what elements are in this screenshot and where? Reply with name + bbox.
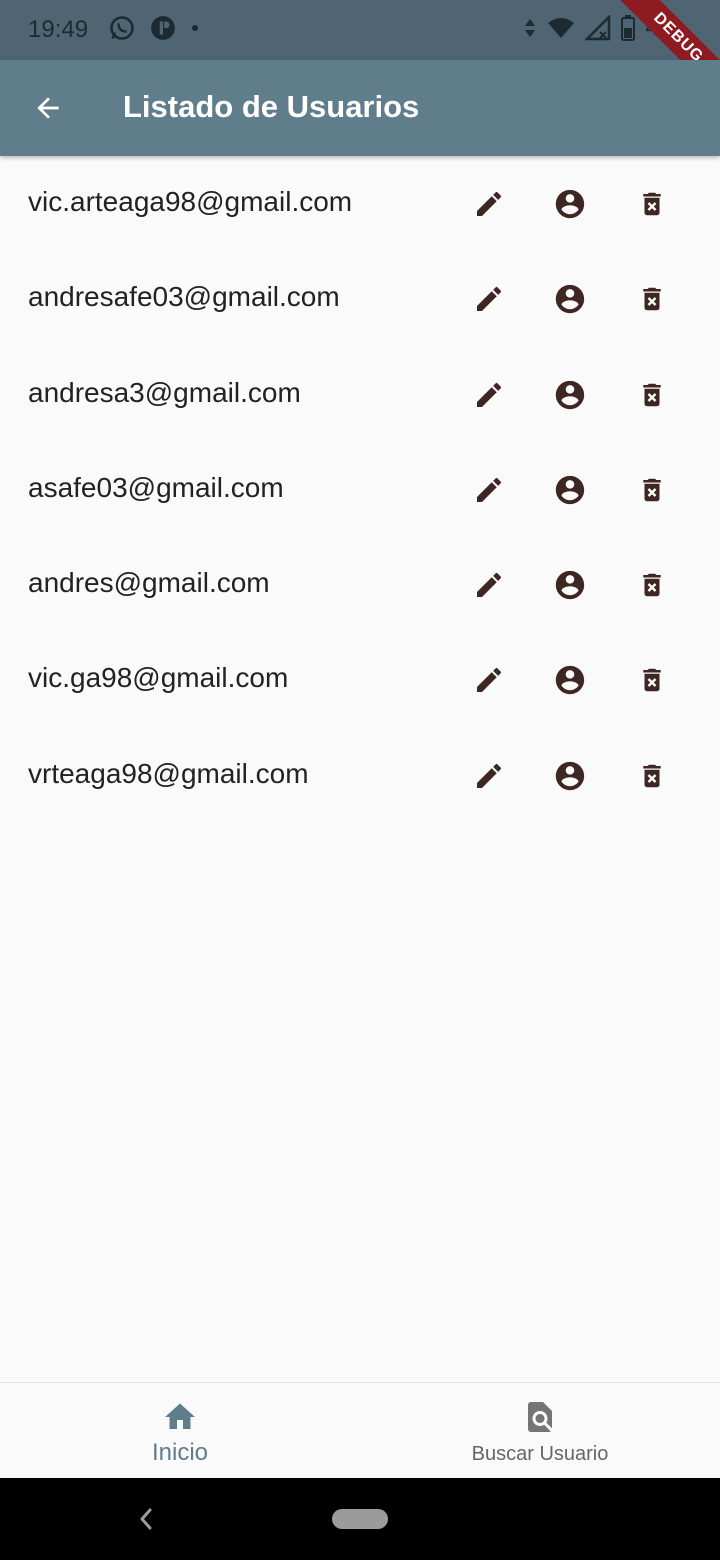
- delete-icon: [643, 669, 661, 692]
- home-icon: [165, 1403, 195, 1429]
- delete-user-button[interactable]: [628, 752, 676, 800]
- delete-user-button[interactable]: [628, 275, 676, 323]
- status-bar: 19:49 4% DEBUG: [0, 0, 720, 119]
- find-in-page-icon: [528, 1402, 552, 1432]
- system-navigation-bar: [0, 1478, 720, 1560]
- page-title: Listado de Usuarios: [123, 89, 420, 124]
- list-item[interactable]: vic.arteaga98@gmail.com: [0, 156, 720, 251]
- battery-icon: [621, 15, 636, 41]
- edit-user-button[interactable]: [465, 275, 513, 323]
- system-back-icon[interactable]: [134, 1504, 158, 1534]
- system-home-pill[interactable]: [332, 1509, 388, 1529]
- list-item[interactable]: andresafe03@gmail.com: [0, 251, 720, 346]
- account-circle-icon: [555, 761, 585, 790]
- bottom-navigation: Inicio Buscar Usuario: [0, 1382, 720, 1479]
- edit-icon: [477, 382, 502, 407]
- account-circle-icon: [555, 475, 585, 505]
- user-email: vic.ga98@gmail.com: [28, 662, 289, 694]
- user-email: andresafe03@gmail.com: [28, 281, 340, 313]
- edit-user-button[interactable]: [465, 180, 513, 228]
- list-item[interactable]: asafe03@gmail.com: [0, 442, 720, 537]
- data-arrows-icon: [525, 19, 536, 37]
- list-item[interactable]: andres@gmail.com: [0, 537, 720, 632]
- nav-label-buscar-usuario: Buscar Usuario: [471, 1443, 609, 1465]
- view-profile-button[interactable]: [546, 752, 594, 800]
- delete-icon: [643, 573, 661, 597]
- nav-label-inicio: Inicio: [151, 1439, 209, 1466]
- list-item[interactable]: vrteaga98@gmail.com: [0, 728, 720, 823]
- edit-user-button[interactable]: [465, 561, 513, 609]
- user-email: asafe03@gmail.com: [28, 471, 284, 503]
- view-profile-button[interactable]: [546, 466, 594, 514]
- edit-icon: [477, 573, 502, 598]
- pocket-app-icon: [151, 16, 175, 40]
- nav-item-buscar-usuario[interactable]: Buscar Usuario: [360, 1383, 720, 1479]
- user-email: vic.arteaga98@gmail.com: [28, 186, 353, 217]
- edit-icon: [477, 477, 502, 502]
- edit-icon: [477, 191, 502, 216]
- notification-dot-icon: [192, 25, 198, 31]
- user-email: andresa3@gmail.com: [28, 376, 301, 408]
- edit-user-button[interactable]: [465, 371, 513, 419]
- edit-icon: [477, 763, 502, 788]
- account-circle-icon: [555, 666, 585, 695]
- user-email: vrteaga98@gmail.com: [28, 757, 309, 789]
- account-circle-icon: [555, 571, 585, 600]
- delete-icon: [643, 764, 661, 788]
- view-profile-button[interactable]: [546, 275, 594, 323]
- nav-item-inicio[interactable]: Inicio: [0, 1383, 360, 1479]
- edit-user-button[interactable]: [465, 656, 513, 704]
- view-profile-button[interactable]: [546, 656, 594, 704]
- delete-user-button[interactable]: [628, 180, 676, 228]
- view-profile-button[interactable]: [546, 180, 594, 228]
- edit-user-button[interactable]: [465, 752, 513, 800]
- delete-user-button[interactable]: [628, 466, 676, 514]
- cellular-signal-icon: [585, 15, 611, 41]
- account-circle-icon: [555, 285, 585, 314]
- account-circle-icon: [555, 380, 585, 409]
- delete-user-button[interactable]: [628, 561, 676, 609]
- status-time: 19:49: [28, 16, 89, 43]
- edit-icon: [477, 287, 502, 312]
- edit-user-button[interactable]: [465, 466, 513, 514]
- list-item[interactable]: andresa3@gmail.com: [0, 347, 720, 442]
- whatsapp-icon: [110, 16, 134, 40]
- delete-user-button[interactable]: [628, 371, 676, 419]
- user-list: vic.arteaga98@gmail.com andresafe03@gmai…: [0, 156, 720, 823]
- account-circle-icon: [555, 189, 585, 219]
- delete-icon: [643, 383, 661, 406]
- delete-icon: [643, 288, 661, 311]
- arrow-back-icon: [37, 97, 59, 119]
- app-bar: Listado de Usuarios: [0, 60, 720, 156]
- delete-icon: [643, 478, 661, 502]
- list-item[interactable]: vic.ga98@gmail.com: [0, 632, 720, 727]
- view-profile-button[interactable]: [546, 371, 594, 419]
- wifi-icon: [548, 18, 575, 38]
- view-profile-button[interactable]: [546, 561, 594, 609]
- edit-icon: [477, 668, 502, 693]
- user-email: andres@gmail.com: [28, 567, 270, 599]
- delete-icon: [643, 192, 661, 216]
- back-button[interactable]: [24, 84, 72, 132]
- delete-user-button[interactable]: [628, 656, 676, 704]
